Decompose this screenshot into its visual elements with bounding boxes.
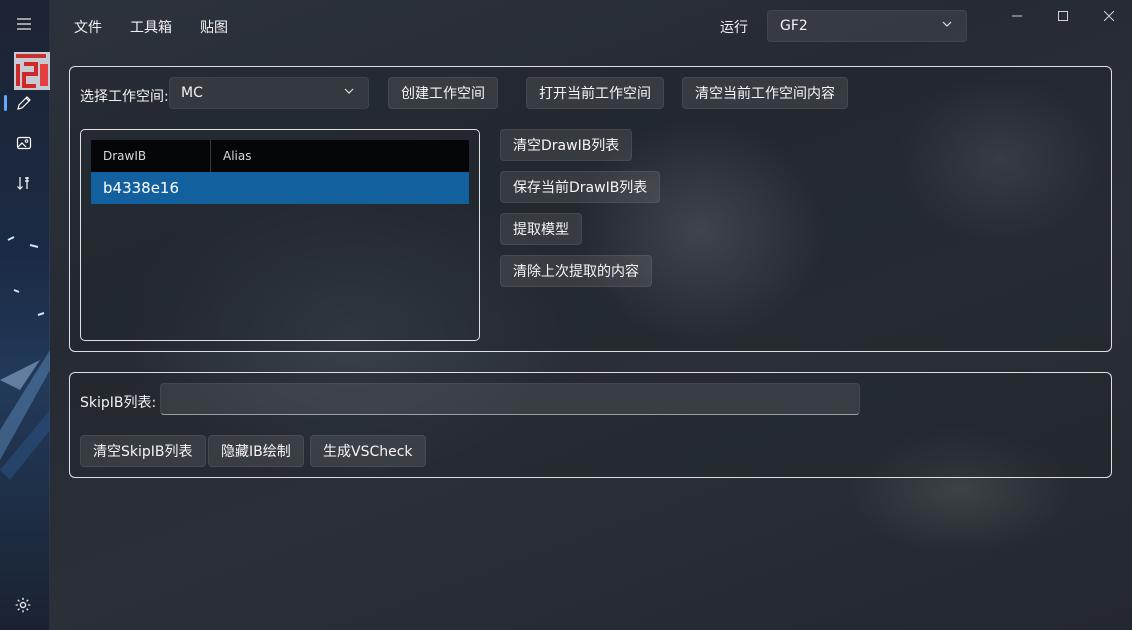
generate-vscheck-button[interactable]: 生成VSCheck — [310, 435, 426, 467]
extract-model-button[interactable]: 提取模型 — [500, 213, 582, 245]
gear-icon — [15, 597, 31, 613]
active-indicator — [4, 95, 7, 111]
hide-ib-draw-button[interactable]: 隐藏IB绘制 — [208, 435, 304, 467]
navigation-rail — [0, 0, 50, 630]
clear-drawib-list-button[interactable]: 清空DrawIB列表 — [500, 129, 633, 161]
skipib-panel: SkipIB列表: 清空SkipIB列表 隐藏IB绘制 生成VSCheck — [69, 372, 1112, 478]
chevron-down-icon — [942, 21, 952, 27]
create-workspace-button[interactable]: 创建工作空间 — [388, 77, 498, 109]
nav-item-edit[interactable] — [8, 87, 40, 119]
close-icon — [1104, 11, 1114, 21]
hamburger-menu-button[interactable] — [8, 8, 40, 40]
workspace-value: MC — [181, 85, 203, 101]
column-header-alias[interactable]: Alias — [211, 140, 469, 172]
clear-skipib-button[interactable]: 清空SkipIB列表 — [80, 435, 206, 467]
menu-icon — [17, 18, 31, 30]
chevron-down-icon — [344, 88, 354, 94]
minimize-icon — [1012, 15, 1022, 17]
drawib-cell[interactable]: b4338e16 — [103, 179, 223, 197]
menu-toolbox[interactable]: 工具箱 — [116, 11, 186, 43]
skipib-label: SkipIB列表: — [80, 395, 157, 411]
clear-workspace-button[interactable]: 清空当前工作空间内容 — [682, 77, 848, 109]
save-drawib-list-button[interactable]: 保存当前DrawIB列表 — [500, 171, 661, 203]
close-button[interactable] — [1086, 0, 1132, 32]
nav-item-sort[interactable] — [8, 167, 40, 199]
image-icon — [16, 136, 32, 150]
menu-file[interactable]: 文件 — [60, 11, 116, 43]
clear-last-extract-button[interactable]: 清除上次提取的内容 — [500, 255, 652, 287]
workspace-select[interactable]: MC — [169, 77, 369, 109]
drawib-grid: DrawIB Alias b4338e16 — [80, 129, 480, 341]
menu-texture[interactable]: 贴图 — [186, 11, 242, 43]
run-game-select[interactable]: GF2 — [767, 10, 967, 42]
app-logo — [14, 52, 50, 90]
maximize-button[interactable] — [1040, 0, 1086, 32]
grid-header: DrawIB Alias — [91, 140, 469, 172]
menu-bar: 文件 工具箱 贴图 — [60, 8, 242, 46]
skipib-input[interactable] — [160, 383, 860, 415]
run-label: 运行 — [720, 20, 748, 36]
table-row[interactable]: b4338e16 — [91, 172, 469, 204]
background-artwork — [0, 236, 50, 480]
workspace-label: 选择工作空间: — [80, 89, 169, 105]
run-game-value: GF2 — [780, 18, 808, 34]
settings-button[interactable] — [14, 596, 34, 616]
pencil-icon — [17, 96, 31, 110]
column-header-drawib[interactable]: DrawIB — [91, 140, 211, 172]
maximize-icon — [1058, 11, 1068, 21]
workspace-panel: 选择工作空间: MC 创建工作空间 打开当前工作空间 清空当前工作空间内容 Dr… — [69, 66, 1112, 352]
sort-icon — [17, 177, 29, 190]
open-workspace-button[interactable]: 打开当前工作空间 — [526, 77, 664, 109]
nav-item-texture[interactable] — [8, 127, 40, 159]
minimize-button[interactable] — [994, 0, 1040, 32]
